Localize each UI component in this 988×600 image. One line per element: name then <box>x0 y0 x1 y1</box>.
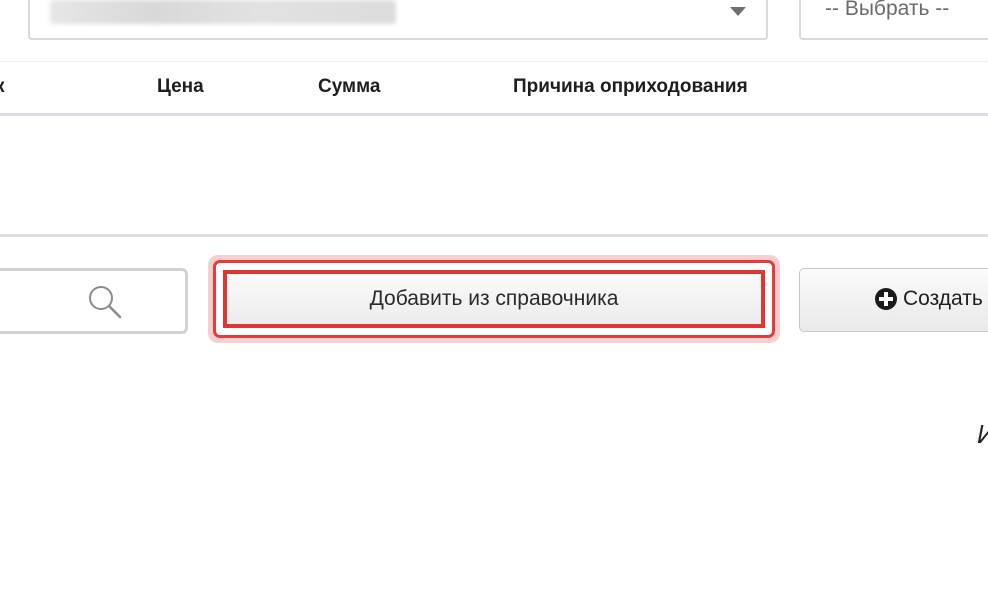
add-from-catalog-button-face[interactable]: Добавить из справочника <box>223 270 765 328</box>
plus-circle-icon <box>875 288 897 310</box>
column-header-cut: к <box>0 76 5 98</box>
table-bottom-divider <box>0 234 988 237</box>
select-value-blurred <box>50 0 396 24</box>
choose-dropdown[interactable]: -- Выбрать -- <box>799 0 988 40</box>
divider <box>0 61 988 62</box>
column-header-price: Цена <box>157 76 204 97</box>
add-from-catalog-label: Добавить из справочника <box>369 287 619 310</box>
choose-placeholder: -- Выбрать -- <box>825 0 950 20</box>
create-button[interactable]: Создать <box>799 268 988 332</box>
chevron-down-icon[interactable] <box>730 7 746 16</box>
create-label: Создать <box>903 287 983 310</box>
total-label-cut: И <box>977 419 988 450</box>
search-input[interactable] <box>0 268 188 334</box>
search-icon[interactable] <box>87 284 123 320</box>
add-from-catalog-button[interactable]: Добавить из справочника <box>208 255 780 343</box>
highlight-frame: Добавить из справочника <box>213 260 775 338</box>
item-select[interactable] <box>28 0 768 40</box>
column-header-sum: Сумма <box>318 76 381 97</box>
column-header-reason: Причина оприходования <box>513 76 748 97</box>
table-header-divider <box>0 113 988 116</box>
